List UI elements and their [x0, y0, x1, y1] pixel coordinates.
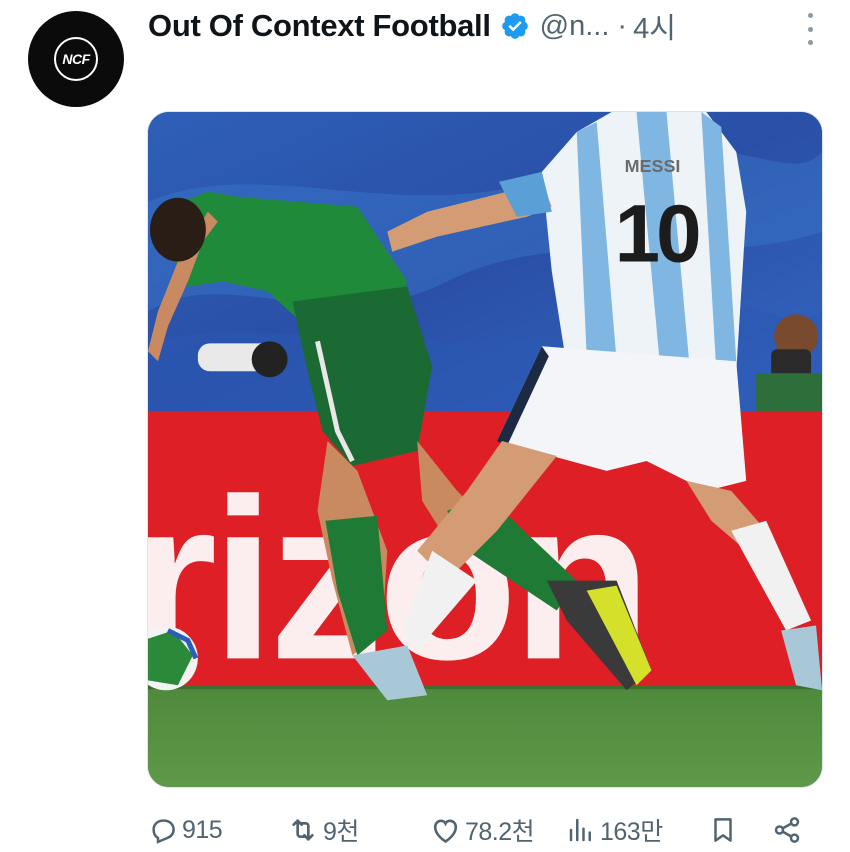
views-icon [566, 815, 596, 845]
verified-badge-icon[interactable] [500, 11, 530, 41]
reply-button[interactable]: 915 [148, 810, 223, 850]
more-vertical-icon[interactable] [804, 13, 816, 45]
repost-button[interactable]: 9천 [287, 810, 359, 850]
tweet-media-image[interactable]: rizon MESSI 10 [147, 111, 823, 788]
like-button[interactable]: 78.2천 [430, 810, 535, 850]
tweet-actions: 915 9천 78.2천 163만 [148, 810, 808, 850]
share-icon [772, 815, 802, 845]
like-icon [430, 815, 461, 846]
bookmark-icon [708, 815, 738, 845]
reply-icon [148, 815, 178, 845]
soccer-photo: rizon MESSI 10 [148, 112, 822, 787]
separator-dot: · [617, 9, 628, 42]
avatar-logo: NCF [54, 37, 98, 81]
reply-count: 915 [182, 815, 223, 844]
views-count: 163만 [600, 818, 663, 846]
views-button[interactable]: 163만 [566, 810, 663, 850]
avatar[interactable]: NCF [28, 11, 124, 107]
account-handle[interactable]: @n... [540, 10, 610, 43]
tweet[interactable]: NCF Out Of Context Football @n... · 4시 r… [0, 0, 850, 852]
display-name[interactable]: Out Of Context Football [148, 8, 491, 44]
jersey-name: MESSI [625, 156, 681, 176]
bookmark-button[interactable] [708, 810, 738, 850]
repost-icon [287, 814, 319, 846]
like-count: 78.2천 [465, 818, 535, 846]
share-button[interactable] [772, 810, 802, 850]
repost-count: 9천 [323, 818, 359, 846]
timestamp[interactable]: 4시 [633, 5, 676, 47]
tweet-header: Out Of Context Football @n... · 4시 [148, 6, 810, 46]
jersey-number: 10 [615, 189, 699, 280]
